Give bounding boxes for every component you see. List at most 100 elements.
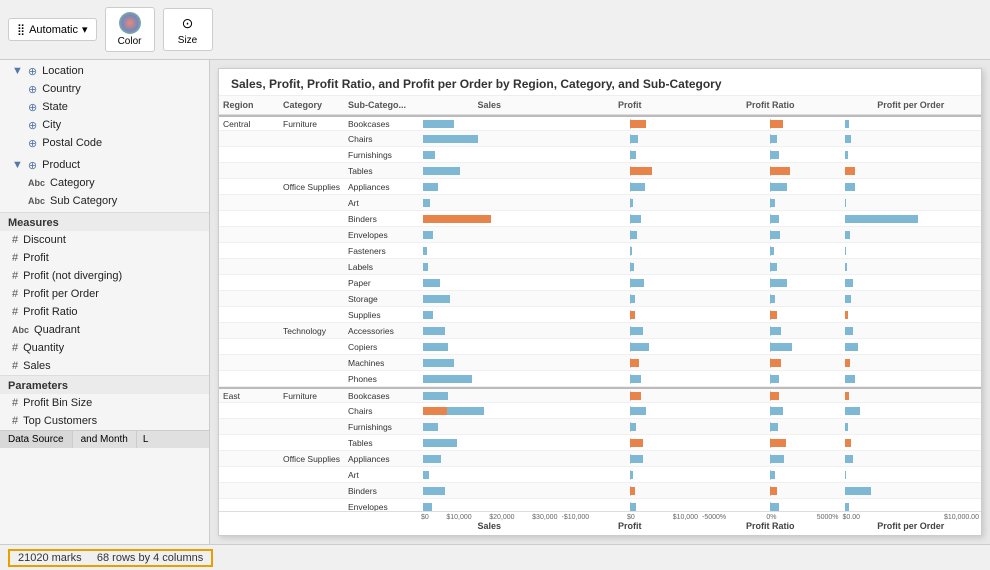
cell-sales-chart (419, 501, 560, 512)
sidebar-item-country[interactable]: ⊕ Country (0, 80, 209, 98)
table-row: Labels (219, 259, 981, 275)
size-button[interactable]: ⊙ Size (163, 8, 213, 51)
cell-region (219, 442, 279, 444)
sidebar-item-profit-bin-size[interactable]: # Profit Bin Size (0, 394, 209, 412)
cell-ppo-chart (841, 309, 982, 321)
cell-ppo-chart (841, 373, 982, 385)
cell-sales-chart (419, 181, 560, 193)
cell-profit-ratio-chart (700, 229, 841, 241)
product-section: ▼ ⊕ Product Abc Category Abc Sub Categor… (0, 154, 209, 212)
ppo-axis: $0.00$10,000.00 Profit per Order (841, 514, 982, 531)
sidebar-item-state[interactable]: ⊕ State (0, 98, 209, 116)
sidebar-item-location[interactable]: ▼ ⊕ Location (0, 62, 209, 80)
chart-title: Sales, Profit, Profit Ratio, and Profit … (219, 69, 981, 96)
ppo-ticks: $0.00$10,000.00 (841, 514, 982, 521)
hierarchy-icon: ▼ (12, 65, 23, 77)
cell-region (219, 218, 279, 220)
profit-ratio-ticks: -5000%0%5000% (700, 514, 841, 521)
cell-region: Central (219, 118, 279, 130)
table-row: Furnishings (219, 419, 981, 435)
sidebar-item-product[interactable]: ▼ ⊕ Product (0, 156, 209, 174)
cell-region (219, 170, 279, 172)
product-label: Product (42, 159, 80, 171)
sidebar-item-profit-ratio[interactable]: # Profit Ratio (0, 303, 209, 321)
profit-ratio-label: Profit Ratio (23, 306, 77, 318)
col-header-region: Region (219, 98, 279, 112)
month-label: and Month (81, 434, 128, 445)
cell-ppo-chart (841, 165, 982, 177)
parameters-header: Parameters (0, 375, 209, 394)
cell-sales-chart (419, 437, 560, 449)
cell-sales-chart (419, 229, 560, 241)
sales-axis: $0$10,000$20,000$30,000 Sales (419, 514, 560, 531)
color-icon (119, 12, 141, 34)
cell-ppo-chart (841, 341, 982, 353)
chart-footer: $0$10,000$20,000$30,000 Sales -$10,000$0… (219, 511, 981, 535)
cell-sales-chart (419, 325, 560, 337)
cell-category (279, 170, 344, 172)
cell-profit-chart (560, 421, 701, 433)
cell-profit-chart (560, 341, 701, 353)
cell-profit-ratio-chart (700, 181, 841, 193)
sidebar-item-top-customers[interactable]: # Top Customers (0, 412, 209, 430)
cell-subcategory: Binders (344, 213, 419, 225)
table-row: Chairs (219, 131, 981, 147)
month-tab[interactable]: and Month (73, 431, 137, 448)
data-source-tab[interactable]: Data Source (0, 431, 73, 448)
sidebar-item-quantity[interactable]: # Quantity (0, 339, 209, 357)
cell-ppo-chart (841, 485, 982, 497)
quadrant-label: Quadrant (34, 324, 80, 336)
sidebar-item-profit[interactable]: # Profit (0, 249, 209, 267)
cell-subcategory: Storage (344, 293, 419, 305)
cell-sales-chart (419, 453, 560, 465)
cell-region (219, 330, 279, 332)
sidebar-item-profit-not-diverging[interactable]: # Profit (not diverging) (0, 267, 209, 285)
cell-category (279, 490, 344, 492)
table-row: Technology Accessories (219, 323, 981, 339)
quantity-label: Quantity (23, 342, 64, 354)
sidebar-item-quadrant[interactable]: Abc Quadrant (0, 321, 209, 339)
sales-axis-label: Sales (477, 521, 501, 531)
city-label: City (42, 119, 61, 131)
color-button[interactable]: Color (105, 7, 155, 52)
product-expand-icon: ▼ (12, 159, 23, 171)
sidebar-item-sales[interactable]: # Sales (0, 357, 209, 375)
cell-sales-chart (419, 213, 560, 225)
automatic-dropdown[interactable]: ⣿ Automatic ▾ (8, 18, 97, 41)
cell-region (219, 426, 279, 428)
cell-profit-ratio-chart (700, 453, 841, 465)
cell-profit-chart (560, 181, 701, 193)
cell-region (219, 474, 279, 476)
table-row: Copiers (219, 339, 981, 355)
cell-profit-ratio-chart (700, 197, 841, 209)
cell-profit-chart (560, 373, 701, 385)
cell-sales-chart (419, 293, 560, 305)
sidebar-item-city[interactable]: ⊕ City (0, 116, 209, 134)
sidebar-item-postal-code[interactable]: ⊕ Postal Code (0, 134, 209, 152)
cell-profit-chart (560, 325, 701, 337)
data-source-label: Data Source (8, 434, 64, 445)
table-row: Phones (219, 371, 981, 387)
sidebar-item-sub-category[interactable]: Abc Sub Category (0, 192, 209, 210)
main-container: ⣿ Automatic ▾ Color ⊙ Size ▼ ⊕ Location (0, 0, 990, 570)
profit-per-order-label: Profit per Order (23, 288, 99, 300)
category-icon: Abc (28, 178, 45, 188)
sidebar-item-discount[interactable]: # Discount (0, 231, 209, 249)
cell-subcategory: Supplies (344, 309, 419, 321)
dropdown-label: Automatic (29, 24, 78, 36)
l-tab[interactable]: L (137, 431, 155, 448)
cell-subcategory: Copiers (344, 341, 419, 353)
sub-category-label: Sub Category (50, 195, 117, 207)
cell-subcategory: Chairs (344, 405, 419, 417)
city-icon: ⊕ (28, 119, 37, 132)
cell-category: Technology (279, 325, 344, 337)
measures-header: Measures (0, 212, 209, 231)
sidebar-item-category[interactable]: Abc Category (0, 174, 209, 192)
cell-category: Office Supplies (279, 181, 344, 193)
cell-sales-chart (419, 485, 560, 497)
sidebar-item-profit-per-order[interactable]: # Profit per Order (0, 285, 209, 303)
location-section: ▼ ⊕ Location ⊕ Country ⊕ State ⊕ City (0, 60, 209, 154)
parameters-label: Parameters (8, 380, 68, 392)
cell-profit-chart (560, 133, 701, 145)
cell-profit-chart (560, 293, 701, 305)
